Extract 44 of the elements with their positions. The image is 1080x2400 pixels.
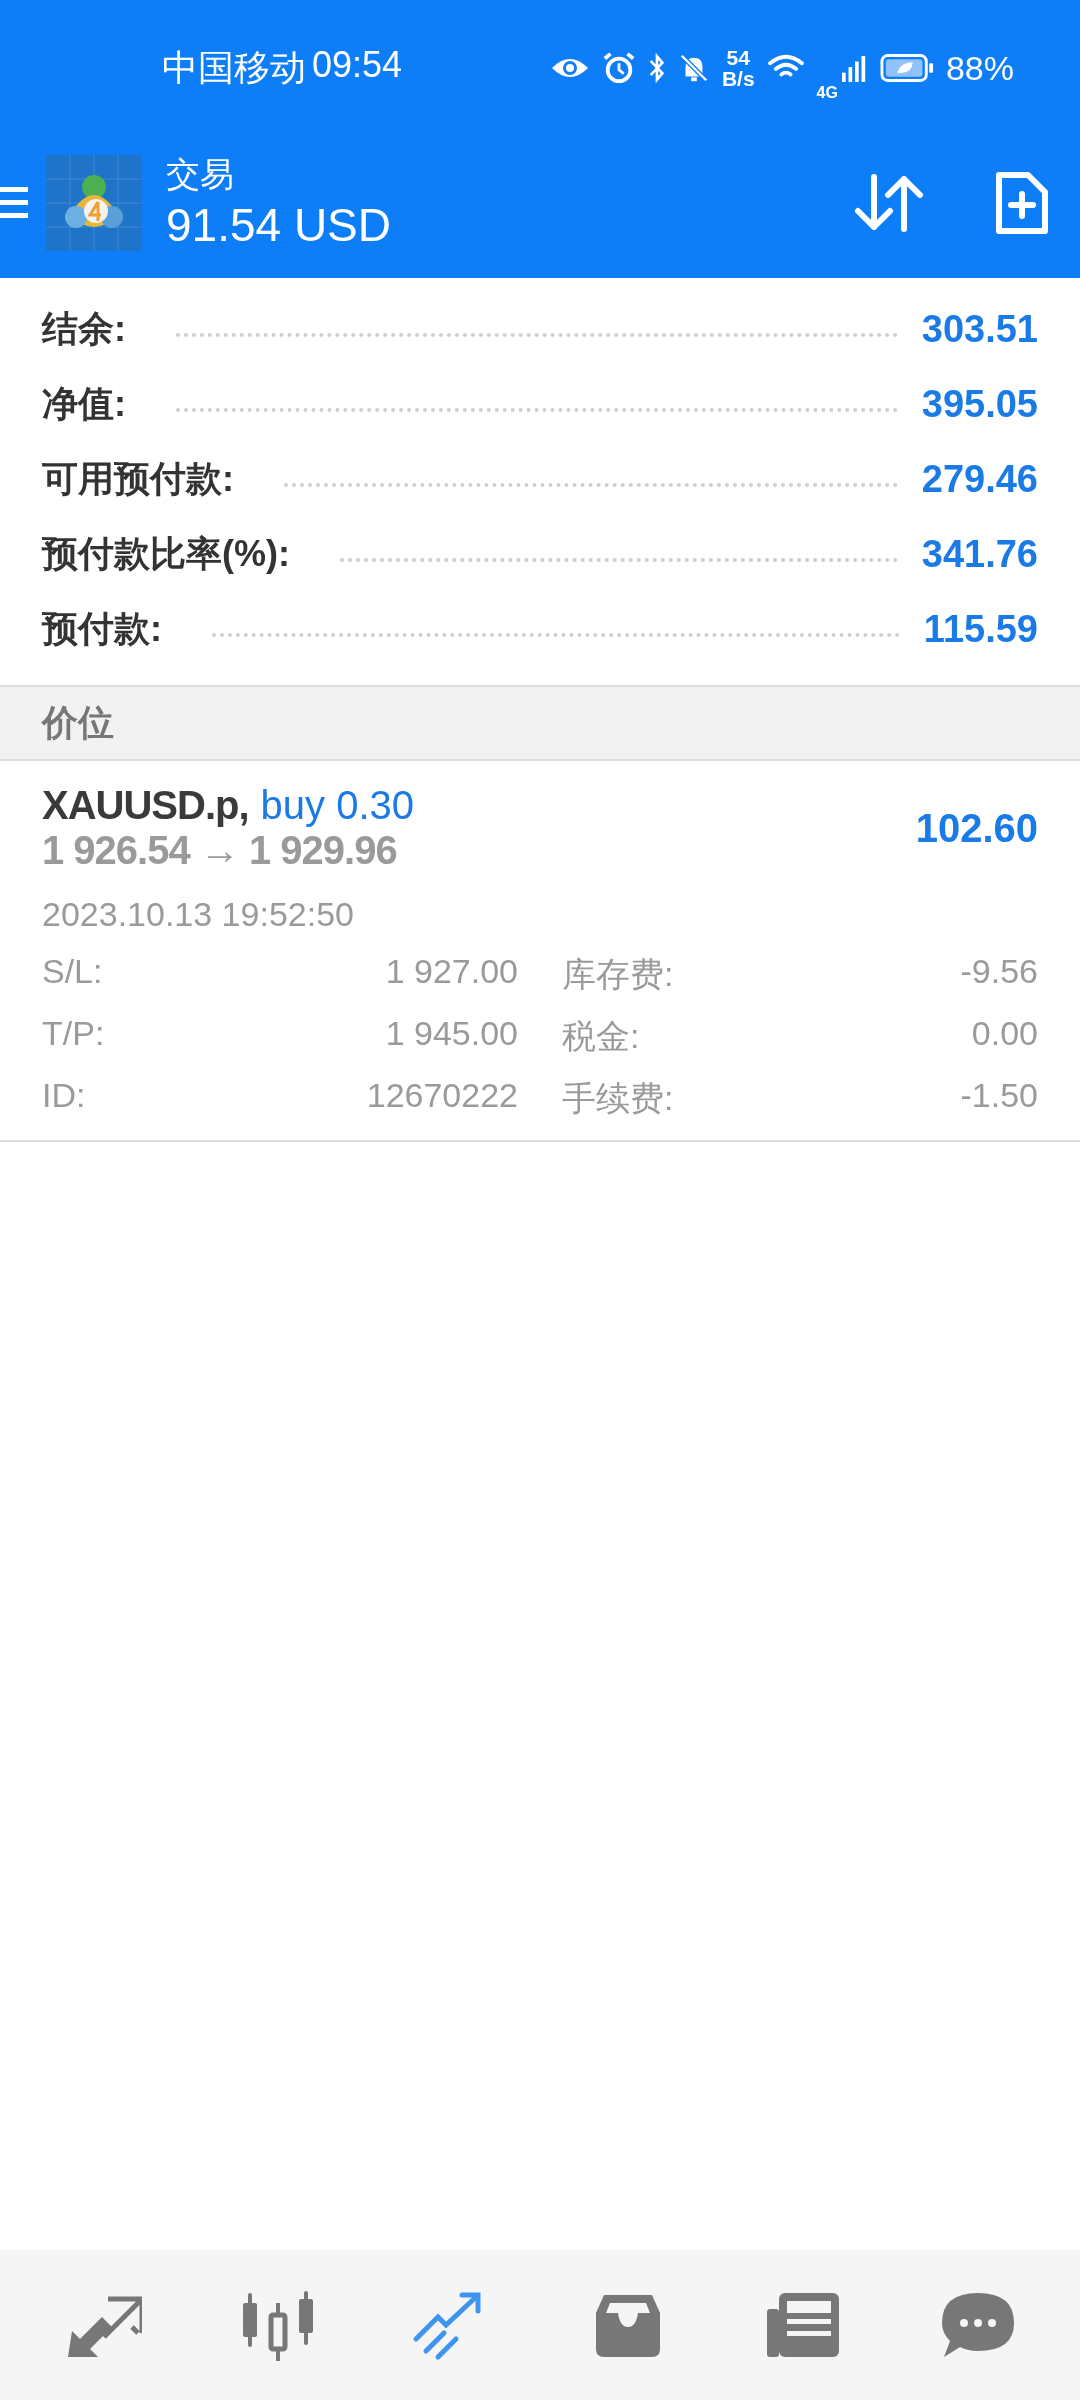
position-symbol: XAUUSD.p,: [42, 783, 249, 828]
detail-value: -9.56: [959, 952, 1038, 992]
summary-value: 395.05: [921, 383, 1038, 426]
speed-unit: B/s: [721, 68, 755, 89]
summary-value: 279.46: [921, 458, 1038, 501]
summary-label: 结余:: [42, 307, 126, 351]
screen-title: 交易: [166, 154, 235, 195]
open-time: 2023.10.13 19:52:50: [42, 895, 355, 934]
position-profit: 102.60: [915, 805, 1038, 851]
speed-value: 54: [726, 47, 750, 68]
detail-value: -1.50: [959, 1076, 1038, 1116]
summary-value: 341.76: [921, 533, 1038, 576]
network-type: 4G: [816, 84, 838, 102]
carrier-name: 中国移动: [162, 45, 306, 90]
detail-label: S/L:: [42, 952, 104, 992]
sort-arrows-icon[interactable]: [854, 173, 924, 233]
new-document-icon[interactable]: [994, 170, 1050, 236]
app-logo-icon: [46, 155, 142, 251]
position-row[interactable]: XAUUSD.p, buy 0.30 1 926.54 → 1 929.96 102.60 2023.10.13 19:52:50 S/L: 1 927.00 库存费: -9.56 T/P: 1 945.00 税金: 0.00 ID: 12670222 手续费: -1.50: [0, 761, 1080, 1142]
battery-percent: 88%: [945, 48, 1014, 88]
summary-label: 预付款比率(%):: [42, 532, 290, 576]
detail-value: 1 945.00: [384, 1014, 518, 1054]
summary-label: 可用预付款:: [42, 457, 234, 501]
bluetooth-icon: [647, 52, 666, 84]
detail-value: 1 927.00: [384, 952, 518, 992]
detail-label: 税金:: [562, 1016, 641, 1057]
order-type: buy 0.30: [260, 783, 415, 828]
summary-label: 预付款:: [42, 607, 162, 651]
detail-label: 库存费:: [562, 954, 675, 995]
alarm-icon: [601, 51, 636, 85]
detail-label: 手续费:: [562, 1078, 675, 1119]
battery-icon: [879, 53, 934, 83]
detail-value: 12670222: [365, 1076, 518, 1116]
detail-value: 0.00: [970, 1014, 1038, 1054]
section-header: 价位: [0, 687, 1080, 761]
detail-label: ID:: [42, 1076, 87, 1116]
account-balance: 91.54 USD: [166, 198, 391, 253]
signal-icon: [841, 53, 868, 83]
summary-value: 115.59: [923, 608, 1038, 651]
summary-value: 303.51: [921, 308, 1038, 351]
price-change: 1 926.54 → 1 929.96: [42, 828, 398, 873]
detail-label: T/P:: [42, 1014, 106, 1054]
summary-label: 净值:: [42, 382, 126, 426]
status-time: 09:54: [312, 43, 403, 87]
